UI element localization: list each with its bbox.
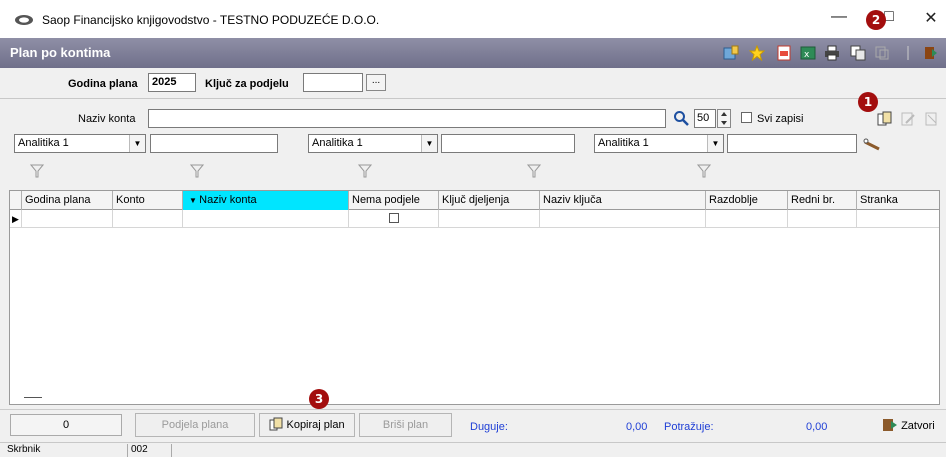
nema-podjele-checkbox[interactable] (389, 213, 399, 223)
plan-grid[interactable]: Godina plana Konto ▼ Naziv konta Nema po… (9, 190, 940, 405)
column-filter-icon[interactable] (190, 164, 204, 178)
analitika-select-3-value: Analitika 1 (598, 137, 649, 149)
cell-razdoblje[interactable] (706, 210, 788, 228)
podjela-plana-button[interactable]: Podjela plana (135, 413, 255, 437)
paste-record-icon (875, 46, 889, 60)
clear-filter-icon[interactable] (863, 138, 881, 152)
grid-header: Godina plana Konto ▼ Naziv konta Nema po… (10, 191, 939, 210)
analitika-select-1-value: Analitika 1 (18, 137, 69, 149)
cell-stranka[interactable] (857, 210, 941, 228)
svi-zapisi-checkbox[interactable] (741, 112, 752, 123)
separator-icon (907, 46, 909, 60)
analitika-select-2[interactable]: Analitika 1 ▼ (308, 134, 438, 153)
naziv-konta-input[interactable] (148, 109, 666, 128)
form-divider (0, 98, 946, 99)
close-button[interactable]: ✕ (918, 8, 944, 28)
status-code: 002 (128, 444, 172, 457)
edit-disabled-icon (901, 112, 915, 126)
cell-godina-plana[interactable] (22, 210, 113, 228)
copy-record-icon[interactable] (850, 45, 866, 61)
chevron-down-icon[interactable]: ▼ (129, 135, 145, 152)
table-row[interactable]: ▶ (10, 210, 939, 228)
col-naziv-konta-label: Naziv konta (199, 194, 257, 206)
record-count-input[interactable]: 50 (694, 109, 716, 128)
godina-plana-input[interactable]: 2025 (148, 73, 196, 92)
status-user: Skrbnik (4, 444, 128, 457)
column-filter-icon[interactable] (30, 164, 44, 178)
app-logo-icon (15, 15, 33, 25)
copy-plan-icon (269, 417, 283, 431)
record-count-spinner-icon[interactable] (717, 109, 731, 128)
col-nema-podjele[interactable]: Nema podjele (349, 191, 439, 210)
callout-badge-1: 1 (858, 92, 878, 112)
svi-zapisi-label: Svi zapisi (757, 113, 804, 125)
callout-badge-2: 2 (866, 10, 886, 30)
kljuc-za-podjelu-input[interactable] (303, 73, 363, 92)
column-filter-icon[interactable] (358, 164, 372, 178)
copy-plan-icon[interactable] (877, 111, 893, 127)
col-razdoblje[interactable]: Razdoblje (706, 191, 788, 210)
row-current-marker: ▶ (10, 210, 22, 228)
godina-plana-label: Godina plana (68, 78, 138, 90)
duguje-value: 0,00 (626, 421, 648, 433)
col-naziv-konta[interactable]: ▼ Naziv konta (183, 191, 349, 210)
cell-nema-podjele[interactable] (349, 210, 439, 228)
analitika-select-1[interactable]: Analitika 1 ▼ (14, 134, 146, 153)
kopiraj-plan-label: Kopiraj plan (286, 419, 345, 431)
cell-naziv-konta[interactable] (183, 210, 349, 228)
form-title: Plan po kontima (10, 45, 111, 60)
favorite-star-icon[interactable] (749, 45, 765, 61)
record-counter: 0 (10, 414, 122, 436)
potrazuje-label: Potražuje: (664, 421, 714, 433)
callout-badge-3: 3 (309, 389, 329, 409)
col-godina-plana[interactable]: Godina plana (22, 191, 113, 210)
cell-konto[interactable] (113, 210, 183, 228)
brisi-plan-button[interactable]: Briši plan (359, 413, 452, 437)
kljuc-za-podjelu-label: Ključ za podjelu (205, 78, 289, 90)
window-titlebar: Saop Financijsko knjigovodstvo - TESTNO … (0, 0, 946, 38)
column-filter-icon[interactable] (697, 164, 711, 178)
cell-redni-br[interactable] (788, 210, 857, 228)
analitika-select-3[interactable]: Analitika 1 ▼ (594, 134, 724, 153)
naziv-konta-label: Naziv konta (78, 113, 136, 125)
analitika-input-2[interactable] (441, 134, 575, 153)
analitika-input-3[interactable] (727, 134, 857, 153)
pdf-export-icon[interactable] (776, 45, 792, 61)
zatvori-label: Zatvori (901, 420, 935, 432)
print-icon[interactable] (824, 45, 840, 61)
col-naziv-kljuca[interactable]: Naziv ključa (540, 191, 706, 210)
kljuc-lookup-button[interactable]: ... (366, 74, 386, 91)
duguje-label: Duguje: (470, 421, 508, 433)
svg-text:x: x (804, 50, 810, 60)
analitika-select-2-value: Analitika 1 (312, 137, 363, 149)
sort-desc-icon: ▼ (189, 196, 200, 205)
col-konto[interactable]: Konto (113, 191, 183, 210)
chevron-down-icon[interactable]: ▼ (421, 135, 437, 152)
chevron-down-icon[interactable]: ▼ (707, 135, 723, 152)
excel-export-icon[interactable]: x (800, 45, 816, 61)
exit-door-icon[interactable] (922, 45, 938, 61)
close-door-icon (883, 419, 897, 431)
window-title: Saop Financijsko knjigovodstvo - TESTNO … (42, 13, 380, 27)
search-icon[interactable] (673, 110, 689, 126)
col-stranka[interactable]: Stranka (857, 191, 941, 210)
delete-disabled-icon (925, 112, 937, 126)
minimize-button[interactable]: — (826, 8, 852, 26)
zatvori-button[interactable]: Zatvori (882, 415, 946, 437)
row-selector-header (10, 191, 22, 210)
col-redni-br[interactable]: Redni br. (788, 191, 857, 210)
cell-kljuc-djeljenja[interactable] (439, 210, 540, 228)
grid-settings-icon[interactable] (723, 45, 739, 61)
col-kljuc-djeljenja[interactable]: Ključ djeljenja (439, 191, 540, 210)
cell-naziv-kljuca[interactable] (540, 210, 706, 228)
kopiraj-plan-button[interactable]: Kopiraj plan (259, 413, 355, 437)
status-bar: Skrbnik 002 (0, 442, 946, 457)
potrazuje-value: 0,00 (806, 421, 828, 433)
column-filter-icon[interactable] (527, 164, 541, 178)
analitika-input-1[interactable] (150, 134, 278, 153)
grid-footer-dash (24, 397, 42, 398)
